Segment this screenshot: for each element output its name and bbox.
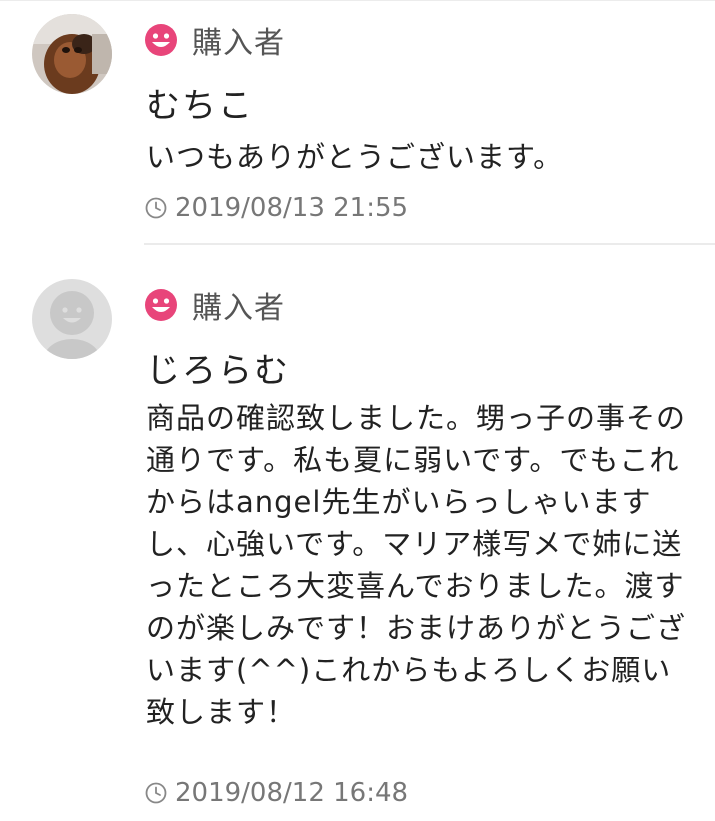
- commenter-name[interactable]: むちこ: [146, 78, 254, 127]
- user-avatar[interactable]: [32, 279, 112, 359]
- photo-avatar-icon: [32, 14, 112, 94]
- clock-icon: [145, 782, 167, 804]
- smile-icon: [145, 289, 177, 321]
- smile-icon: [145, 24, 177, 56]
- commenter-name[interactable]: じろらむ: [146, 343, 290, 392]
- buyer-badge: 購入者: [144, 285, 285, 326]
- buyer-badge-label: 購入者: [192, 26, 285, 61]
- clock-icon: [145, 197, 167, 219]
- default-avatar-icon: [32, 279, 112, 359]
- comment-item: 購入者 むちこ いつもありがとうございます。 2019/08/13 21:55: [0, 0, 715, 245]
- comment-text: 商品の確認致しました。甥っ子の事その通りです。私も夏に弱いです。でもこれからはa…: [146, 401, 687, 729]
- buyer-badge-label: 購入者: [192, 291, 285, 326]
- comment-timestamp: 2019/08/13 21:55: [145, 192, 408, 224]
- comment-timestamp: 2019/08/12 16:48: [145, 777, 408, 809]
- user-avatar[interactable]: [32, 14, 112, 94]
- timestamp-text: 2019/08/12 16:48: [175, 778, 409, 808]
- comment-item: 購入者 じろらむ 商品の確認致しました。甥っ子の事その通りです。私も夏に弱いです…: [0, 245, 715, 821]
- timestamp-text: 2019/08/13 21:55: [175, 193, 409, 223]
- comment-text: いつもありがとうございます。: [146, 140, 564, 174]
- buyer-badge: 購入者: [144, 20, 285, 61]
